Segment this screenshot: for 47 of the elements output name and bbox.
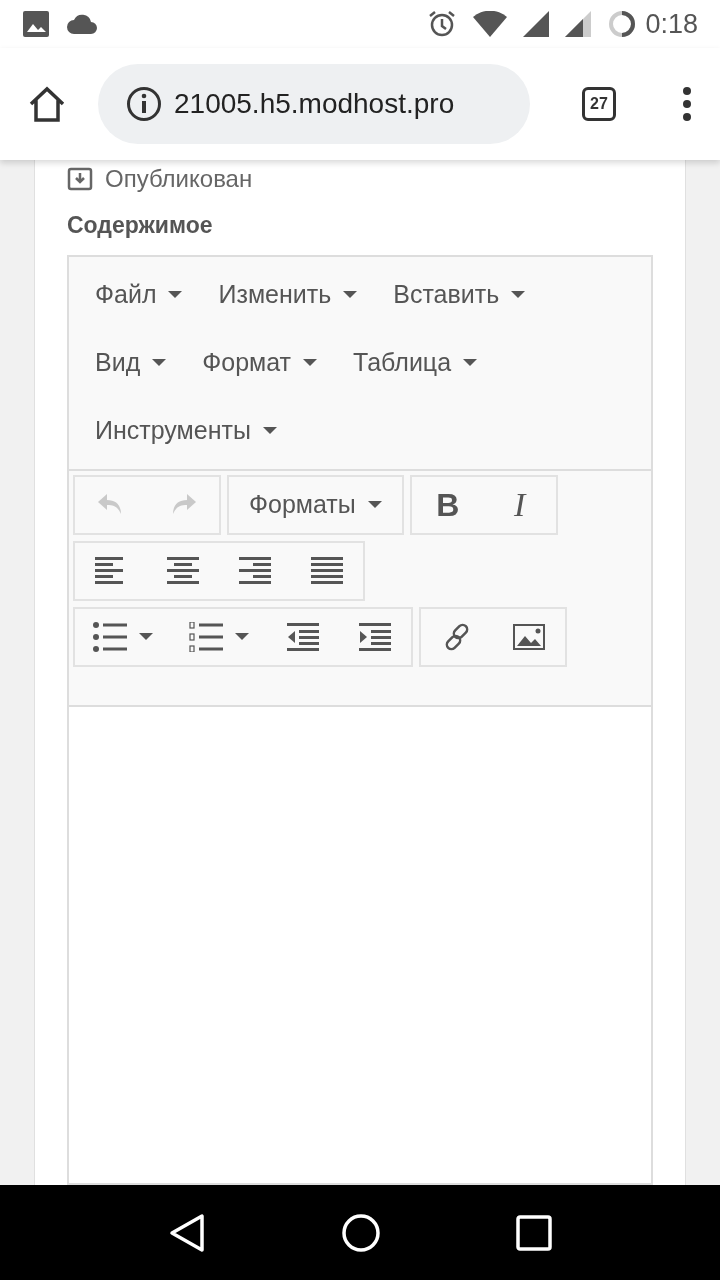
back-icon[interactable] [167, 1212, 206, 1253]
clock-time: 0:18 [645, 7, 698, 41]
home-circle-icon[interactable] [341, 1212, 381, 1253]
published-label: Опубликован [105, 164, 253, 194]
menu-item[interactable]: Таблица [343, 328, 488, 397]
menu-item[interactable]: Файл [85, 260, 193, 329]
menu-item[interactable]: Вставить [383, 260, 536, 329]
url-text: 21005.h5.modhost.pro [174, 87, 455, 121]
align-justify-icon [311, 556, 343, 585]
tray-icon [67, 167, 93, 191]
content-label: Содержимое [67, 211, 214, 240]
home-icon[interactable] [28, 86, 66, 122]
bold-button[interactable]: B [411, 476, 484, 533]
align-center-icon [167, 556, 199, 585]
address-bar[interactable]: 21005.h5.modhost.pro [98, 64, 530, 144]
recents-icon[interactable] [516, 1214, 553, 1251]
caret-icon [168, 290, 183, 299]
numbered-list-icon [189, 621, 223, 652]
bullet-list-icon [93, 621, 127, 652]
menu-item[interactable]: Инструменты [85, 396, 287, 465]
info-icon [126, 86, 162, 122]
menu-item[interactable]: Вид [85, 328, 177, 397]
more-menu-icon[interactable] [682, 87, 692, 121]
tab-count-button[interactable]: 27 [582, 87, 616, 121]
outdent-icon [287, 622, 319, 651]
menu-item[interactable]: Формат [192, 328, 328, 397]
caret-icon [463, 358, 478, 367]
menu-item[interactable]: Изменить [208, 260, 368, 329]
wifi-icon [473, 11, 508, 37]
caret-icon [343, 290, 358, 299]
caret-icon [511, 290, 526, 299]
image-icon [513, 623, 545, 650]
loading-ring-icon [607, 9, 638, 39]
caret-icon [262, 426, 277, 435]
image-icon [22, 10, 50, 38]
caret-icon [303, 358, 318, 367]
caret-icon [139, 632, 153, 641]
align-right-icon [239, 556, 271, 585]
cloud-icon [66, 14, 98, 34]
indent-icon [359, 622, 391, 651]
signal-icon [565, 11, 592, 37]
italic-button[interactable]: I [483, 476, 556, 533]
caret-icon [235, 632, 249, 641]
caret-icon [152, 358, 167, 367]
formats-dropdown[interactable]: Форматы [229, 476, 402, 533]
caret-icon [367, 500, 382, 509]
signal-icon [523, 11, 550, 37]
